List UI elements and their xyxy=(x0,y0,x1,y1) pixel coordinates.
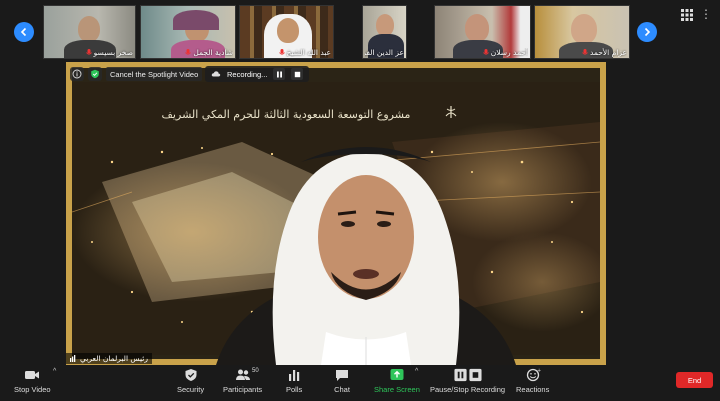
reactions-button[interactable]: + Reactions xyxy=(516,368,549,394)
share-screen-button[interactable]: Share Screen xyxy=(374,368,420,394)
participant-name: عزام الأحمد xyxy=(537,48,627,57)
mic-muted-icon xyxy=(278,49,285,55)
participant-tile[interactable]: شادية الجمل xyxy=(140,5,236,59)
mic-muted-icon xyxy=(582,49,588,55)
share-options-caret-icon[interactable]: ^ xyxy=(415,368,418,375)
stop-recording-button[interactable] xyxy=(291,68,304,80)
pause-icon xyxy=(276,71,282,77)
speaker-figure xyxy=(206,132,526,365)
grid-icon xyxy=(681,9,693,21)
participant-name: عبد الله الشيخ xyxy=(242,48,331,57)
more-options-icon[interactable]: ⋮ xyxy=(700,8,714,22)
participant-name: أحمد رسلان xyxy=(437,48,528,57)
stop-icon xyxy=(294,71,301,77)
chat-button[interactable]: Chat xyxy=(334,368,350,394)
main-video: مشروع التوسعة السعودية الثالثة للحرم الم… xyxy=(66,62,606,365)
recording-indicator: Recording... xyxy=(205,66,310,82)
mic-muted-icon xyxy=(85,49,92,55)
smiley-icon: + xyxy=(526,368,541,382)
frame-banner-text: مشروع التوسعة السعودية الثالثة للحرم الم… xyxy=(161,108,411,121)
gallery-prev-button[interactable] xyxy=(14,22,34,42)
participant-tile[interactable]: عز الدين الفرجا xyxy=(362,5,407,59)
info-button[interactable] xyxy=(70,67,84,81)
participant-name: صخر بسيسو xyxy=(46,48,133,57)
security-shield-button[interactable] xyxy=(88,67,102,81)
chevron-left-icon xyxy=(20,27,27,37)
pause-stop-recording-button[interactable]: Pause/Stop Recording xyxy=(430,368,505,394)
chevron-right-icon xyxy=(644,27,651,37)
participant-tile[interactable]: عبد الله الشيخ xyxy=(239,5,334,59)
recording-label: Recording... xyxy=(227,69,268,79)
cancel-spotlight-button[interactable]: Cancel the Spotlight Video xyxy=(106,67,203,81)
speaker-name-label: رئيس البرلمان العربي xyxy=(66,353,152,364)
participant-tile[interactable]: أحمد رسلان xyxy=(434,5,531,59)
video-options-caret-icon[interactable]: ^ xyxy=(53,368,56,375)
bar-chart-icon xyxy=(289,370,300,381)
info-icon xyxy=(72,69,82,79)
audio-level-icon xyxy=(70,355,76,362)
people-icon xyxy=(235,369,250,380)
polls-button[interactable]: Polls xyxy=(286,368,302,394)
participant-name: عز الدين الفرجا xyxy=(365,48,404,57)
chat-bubble-icon xyxy=(336,370,348,381)
pause-recording-button[interactable] xyxy=(273,68,286,80)
shield-check-icon xyxy=(91,69,99,79)
cloud-record-icon xyxy=(211,71,221,77)
saudi-emblem-icon xyxy=(445,106,457,118)
gallery-next-button[interactable] xyxy=(637,22,657,42)
security-button[interactable]: Security xyxy=(177,368,204,394)
participants-count: 50 xyxy=(252,368,259,374)
participant-tile[interactable]: عزام الأحمد xyxy=(534,5,630,59)
participant-tile[interactable]: صخر بسيسو xyxy=(43,5,136,59)
pause-stop-icon xyxy=(453,368,482,382)
video-camera-icon xyxy=(25,371,40,379)
gallery-view-button[interactable] xyxy=(680,8,694,22)
meeting-toolbar: Stop Video ^ Security Participants 50 Po… xyxy=(0,365,720,401)
shield-icon xyxy=(185,369,197,381)
svg-text:+: + xyxy=(537,368,541,374)
mic-muted-icon xyxy=(482,49,489,55)
spotlight-bar: Cancel the Spotlight Video xyxy=(70,67,203,81)
mic-muted-icon xyxy=(185,49,192,55)
gallery-strip: صخر بسيسو شادية الجمل عبد الله الشيخ عز … xyxy=(0,0,720,62)
participant-name: شادية الجمل xyxy=(143,48,233,57)
end-meeting-button[interactable]: End xyxy=(676,372,713,388)
share-screen-icon xyxy=(390,369,404,380)
stop-video-button[interactable]: Stop Video xyxy=(14,368,51,394)
